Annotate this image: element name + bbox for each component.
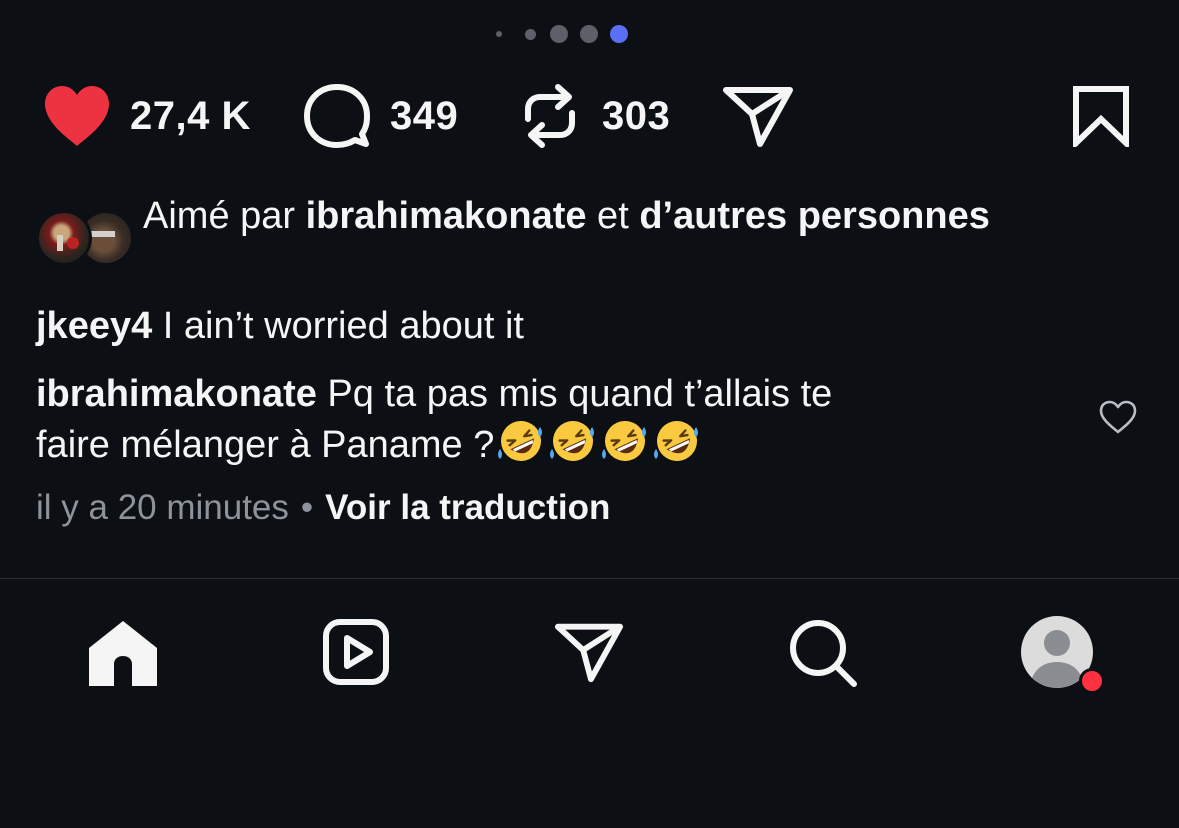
comment-action[interactable]: 349 [304,78,458,154]
caption: jkeey4 I ain’t worried about it [36,302,1036,351]
share-action[interactable] [722,78,794,154]
repost-action[interactable]: 303 [520,78,670,154]
comment-line-1: ibrahimakonate Pq ta pas mis quand t’all… [36,370,1036,419]
divider [0,578,1179,579]
bookmark-icon[interactable] [1072,85,1130,147]
avatar[interactable] [36,210,92,266]
laughing-emoji [652,419,702,463]
nav-search[interactable] [788,618,858,693]
notification-badge [1079,668,1105,694]
laughing-emoji [600,419,650,463]
translate-link[interactable]: Voir la traduction [325,488,610,527]
caption-text: I ain’t worried about it [152,305,524,347]
post-action-bar: 27,4 K 349 303 [0,78,1179,154]
timestamp: il y a 20 minutes [36,488,289,527]
comment-text-line-2: faire mélanger à Paname ? [36,424,495,466]
reposts-count[interactable]: 303 [602,94,670,139]
nav-messages[interactable] [554,620,624,689]
save-action[interactable] [1072,78,1130,154]
like-action[interactable]: 27,4 K [42,78,251,154]
comment-text-line-1: Pq ta pas mis quand t’allais te [316,373,833,415]
liked-by-text: Aimé par ibrahimakonate et d’autres pers… [143,192,1023,241]
comment-line-2: faire mélanger à Paname ? [36,419,1036,470]
likes-count[interactable]: 27,4 K [130,94,251,139]
caption-username[interactable]: jkeey4 [36,305,152,347]
liked-by-others[interactable]: d’autres personnes [639,195,990,237]
reels-icon[interactable] [322,618,390,686]
heart-outline-icon[interactable] [1099,400,1137,434]
carousel-dot [550,25,568,43]
comment-like-button[interactable] [1099,400,1137,439]
send-icon[interactable] [722,84,794,148]
comments-count[interactable]: 349 [390,94,458,139]
carousel-dot-active [610,25,628,43]
liked-by-username[interactable]: ibrahimakonate [306,195,587,237]
carousel-dot [496,31,502,37]
comment-username[interactable]: ibrahimakonate [36,373,317,415]
send-icon[interactable] [554,620,624,684]
emoji-row [494,421,702,466]
comment-icon[interactable] [304,83,370,149]
search-icon[interactable] [788,618,858,688]
laughing-emoji [496,419,546,463]
carousel-indicator [0,24,1179,44]
carousel-dot [580,25,598,43]
liked-by-connector: et [586,195,640,237]
bottom-nav [0,612,1179,702]
heart-icon[interactable] [42,84,112,148]
post-meta: il y a 20 minutes • Voir la traduction [36,486,610,530]
liker-avatars[interactable] [36,210,134,266]
comment: ibrahimakonate Pq ta pas mis quand t’all… [36,370,1036,470]
home-icon[interactable] [88,618,158,688]
meta-separator: • [300,488,314,527]
laughing-emoji [548,419,598,463]
repost-icon[interactable] [520,83,580,149]
nav-home[interactable] [88,618,158,693]
liked-by-prefix: Aimé par [143,195,306,237]
carousel-dot [525,29,536,40]
nav-reels[interactable] [322,618,390,691]
